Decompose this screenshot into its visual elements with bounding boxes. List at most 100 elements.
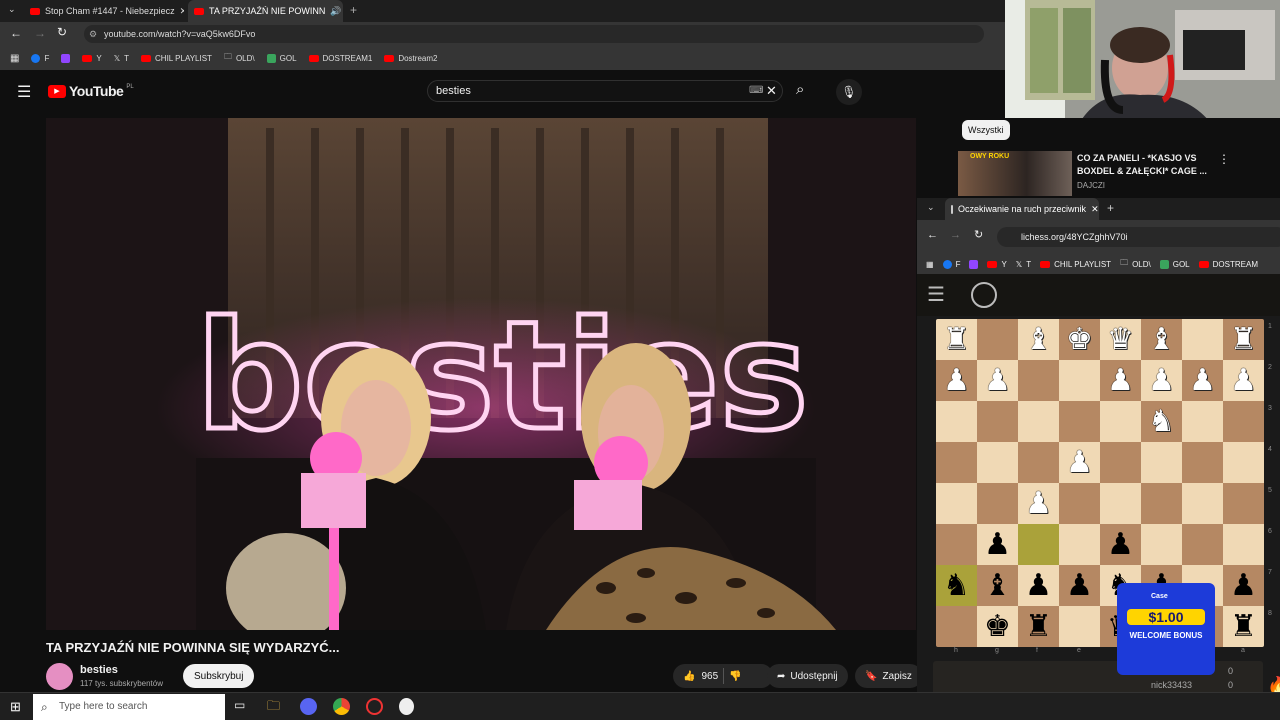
board-square[interactable] [1059,606,1100,647]
bookmark-dostream1[interactable]: DOSTREAM1 [308,54,372,63]
bookmark-twitch[interactable] [969,259,979,269]
ad-welcome-bonus[interactable]: Case $1.00 WELCOME BONUS [1117,583,1215,675]
white-pawn-icon[interactable]: ♟ [984,365,1011,396]
keyboard-icon[interactable]: ⌨ [749,81,763,101]
app-icon-circle[interactable] [366,698,383,715]
board-square[interactable] [977,401,1018,442]
white-pawn-icon[interactable]: ♟ [943,365,970,396]
bookmark-dostream2[interactable]: Dostream2 [384,54,437,63]
white-pawn-icon[interactable]: ♟ [1066,447,1093,478]
menu-icon[interactable]: ☰ [17,82,31,102]
board-square[interactable] [1223,442,1264,483]
lichess-address-bar[interactable]: lichess.org/48YCZghhV70i [997,227,1280,247]
subscribe-button[interactable]: Subskrybuj [183,664,255,688]
board-square[interactable] [1182,442,1223,483]
back-icon[interactable]: ← [927,229,938,241]
board-square[interactable]: ♟ [977,360,1018,401]
white-pawn-icon[interactable]: ♟ [1230,365,1257,396]
board-square[interactable] [1100,483,1141,524]
tab-list-chevron-icon[interactable]: ⌄ [8,4,16,15]
board-square[interactable]: ♞ [936,565,977,606]
more-options-icon[interactable]: ⋮ [1218,152,1230,166]
bookmark-gol[interactable]: GOL [1159,259,1190,269]
close-tab-icon[interactable]: ✕ [1091,204,1099,215]
black-pawn-icon[interactable]: ♟ [1025,570,1052,601]
apps-grid-icon[interactable]: ▦ [926,260,934,269]
board-square[interactable] [1018,360,1059,401]
board-square[interactable]: ♟ [1223,360,1264,401]
board-square[interactable] [1182,524,1223,565]
reload-icon[interactable]: ↻ [57,25,67,39]
suggested-thumbnail[interactable]: OWY ROKU [958,151,1072,196]
white-pawn-icon[interactable]: ♟ [1107,365,1134,396]
board-square[interactable]: ♟ [1018,483,1059,524]
bookmark-old[interactable]: 🗀 OLD\ [224,51,255,65]
white-pawn-icon[interactable]: ♟ [1148,365,1175,396]
new-tab-icon[interactable]: + [350,3,357,17]
white-queen-icon[interactable]: ♛ [1107,324,1134,355]
filter-chip-all[interactable]: Wszystki [962,120,1010,140]
board-square[interactable] [1100,442,1141,483]
board-square[interactable] [1182,319,1223,360]
white-bishop-icon[interactable]: ♝ [1148,324,1175,355]
board-square[interactable] [1141,524,1182,565]
board-square[interactable] [1059,483,1100,524]
board-square[interactable]: ♟ [1059,442,1100,483]
board-square[interactable] [936,442,977,483]
board-square[interactable]: ♚ [1059,319,1100,360]
board-square[interactable]: ♞ [1141,401,1182,442]
reload-icon[interactable]: ↻ [974,228,983,241]
board-square[interactable]: ♟ [977,524,1018,565]
bookmark-y[interactable]: Y [82,54,102,63]
close-tab-icon[interactable]: ✕ [180,6,184,17]
board-square[interactable] [1059,401,1100,442]
bookmark-f[interactable]: F [31,53,49,63]
bookmark-dostream[interactable]: DOSTREAM [1198,260,1258,269]
board-square[interactable] [977,319,1018,360]
board-square[interactable] [1018,442,1059,483]
discord-app-icon[interactable] [300,698,317,715]
board-square[interactable] [1182,401,1223,442]
suggested-title-line2[interactable]: BOXDEL & ZAŁĘCKI* CAGE ... [1077,166,1207,176]
channel-avatar[interactable] [46,663,73,690]
board-square[interactable]: ♜ [1018,606,1059,647]
board-square[interactable] [1223,524,1264,565]
board-square[interactable]: ♟ [1100,524,1141,565]
bookmark-old[interactable]: 🗀 OLD\ [1120,257,1151,271]
tab-besties-video[interactable]: TA PRZYJAŹŃ NIE POWINN 🔊 ✕ [188,0,343,22]
board-square[interactable] [1182,483,1223,524]
taskbar-search-input[interactable]: ⌕ Type here to search [33,694,225,720]
site-info-icon[interactable]: ⚙ [89,25,97,43]
board-square[interactable] [936,606,977,647]
bookmark-gol[interactable]: GOL [266,53,297,63]
black-pawn-icon[interactable]: ♟ [984,529,1011,560]
black-pawn-icon[interactable]: ♟ [1230,570,1257,601]
bookmark-chil-playlist[interactable]: CHIL PLAYLIST [141,54,212,63]
dislike-button[interactable]: 👎 [729,671,741,682]
board-square[interactable] [977,483,1018,524]
file-explorer-icon[interactable]: 🗀 [267,697,280,719]
clear-search-icon[interactable]: ✕ [766,81,777,101]
board-square[interactable] [1223,401,1264,442]
board-square[interactable] [1141,483,1182,524]
bookmark-chil-playlist[interactable]: CHIL PLAYLIST [1040,260,1111,269]
share-button[interactable]: ➦ Udostępnij [767,664,848,688]
lichess-logo-icon[interactable] [971,282,997,308]
board-square[interactable]: ♜ [936,319,977,360]
back-icon[interactable]: ← [10,26,22,40]
board-square[interactable]: ♜ [1223,319,1264,360]
board-square[interactable] [936,524,977,565]
search-input[interactable]: besties ⌨ ✕ [427,80,783,102]
suggested-title-line1[interactable]: CO ZA PANELI - *KASJO VS [1077,153,1197,163]
board-square[interactable] [1059,524,1100,565]
new-tab-icon[interactable]: + [1107,201,1114,215]
address-bar[interactable]: ⚙ youtube.com/watch?v=vaQ5kw6DFvo [84,25,984,43]
white-bishop-icon[interactable]: ♝ [1025,324,1052,355]
board-square[interactable]: ♟ [1018,565,1059,606]
board-square[interactable]: ♟ [1100,360,1141,401]
board-square[interactable] [1059,360,1100,401]
black-pawn-icon[interactable]: ♟ [1066,570,1093,601]
forward-icon[interactable]: → [950,229,961,241]
save-button[interactable]: 🔖 Zapisz [855,664,922,688]
tab-stop-cham[interactable]: Stop Cham #1447 - Niebezpiecz ✕ [24,0,184,22]
